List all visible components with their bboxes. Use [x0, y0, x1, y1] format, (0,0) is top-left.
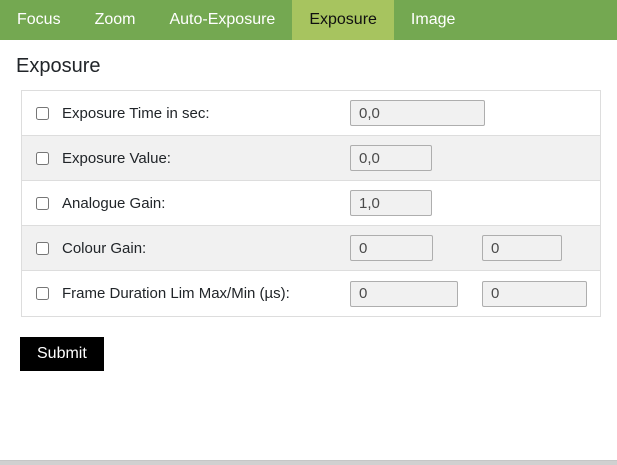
- submit-button[interactable]: Submit: [20, 337, 104, 371]
- analogue-gain-checkbox[interactable]: [36, 197, 49, 210]
- frame-duration-max-input[interactable]: [350, 281, 458, 307]
- exposure-settings-table: Exposure Time in sec: Exposure Value: An…: [21, 90, 601, 317]
- colour-gain-input-2[interactable]: [482, 235, 562, 261]
- colour-gain-label: Colour Gain:: [62, 240, 146, 257]
- exposure-value-checkbox[interactable]: [36, 152, 49, 165]
- row-analogue-gain: Analogue Gain:: [22, 181, 600, 226]
- tab-exposure[interactable]: Exposure: [292, 0, 394, 40]
- analogue-gain-label: Analogue Gain:: [62, 195, 165, 212]
- colour-gain-input-1[interactable]: [350, 235, 433, 261]
- row-exposure-value: Exposure Value:: [22, 136, 600, 181]
- exposure-time-label: Exposure Time in sec:: [62, 105, 210, 122]
- frame-duration-label: Frame Duration Lim Max/Min (µs):: [62, 285, 290, 302]
- tab-bar: Focus Zoom Auto-Exposure Exposure Image: [0, 0, 617, 40]
- tab-image[interactable]: Image: [394, 0, 472, 40]
- tab-zoom[interactable]: Zoom: [78, 0, 153, 40]
- tab-focus[interactable]: Focus: [0, 0, 78, 40]
- analogue-gain-input[interactable]: [350, 190, 432, 216]
- horizontal-scrollbar-track: [0, 460, 617, 465]
- frame-duration-min-input[interactable]: [482, 281, 587, 307]
- page-title: Exposure: [16, 55, 617, 78]
- exposure-time-input[interactable]: [350, 100, 485, 126]
- row-frame-duration: Frame Duration Lim Max/Min (µs):: [22, 271, 600, 316]
- frame-duration-checkbox[interactable]: [36, 287, 49, 300]
- exposure-value-input[interactable]: [350, 145, 432, 171]
- colour-gain-checkbox[interactable]: [36, 242, 49, 255]
- exposure-time-checkbox[interactable]: [36, 107, 49, 120]
- tab-auto-exposure[interactable]: Auto-Exposure: [152, 0, 292, 40]
- row-colour-gain: Colour Gain:: [22, 226, 600, 271]
- row-exposure-time: Exposure Time in sec:: [22, 91, 600, 136]
- exposure-value-label: Exposure Value:: [62, 150, 171, 167]
